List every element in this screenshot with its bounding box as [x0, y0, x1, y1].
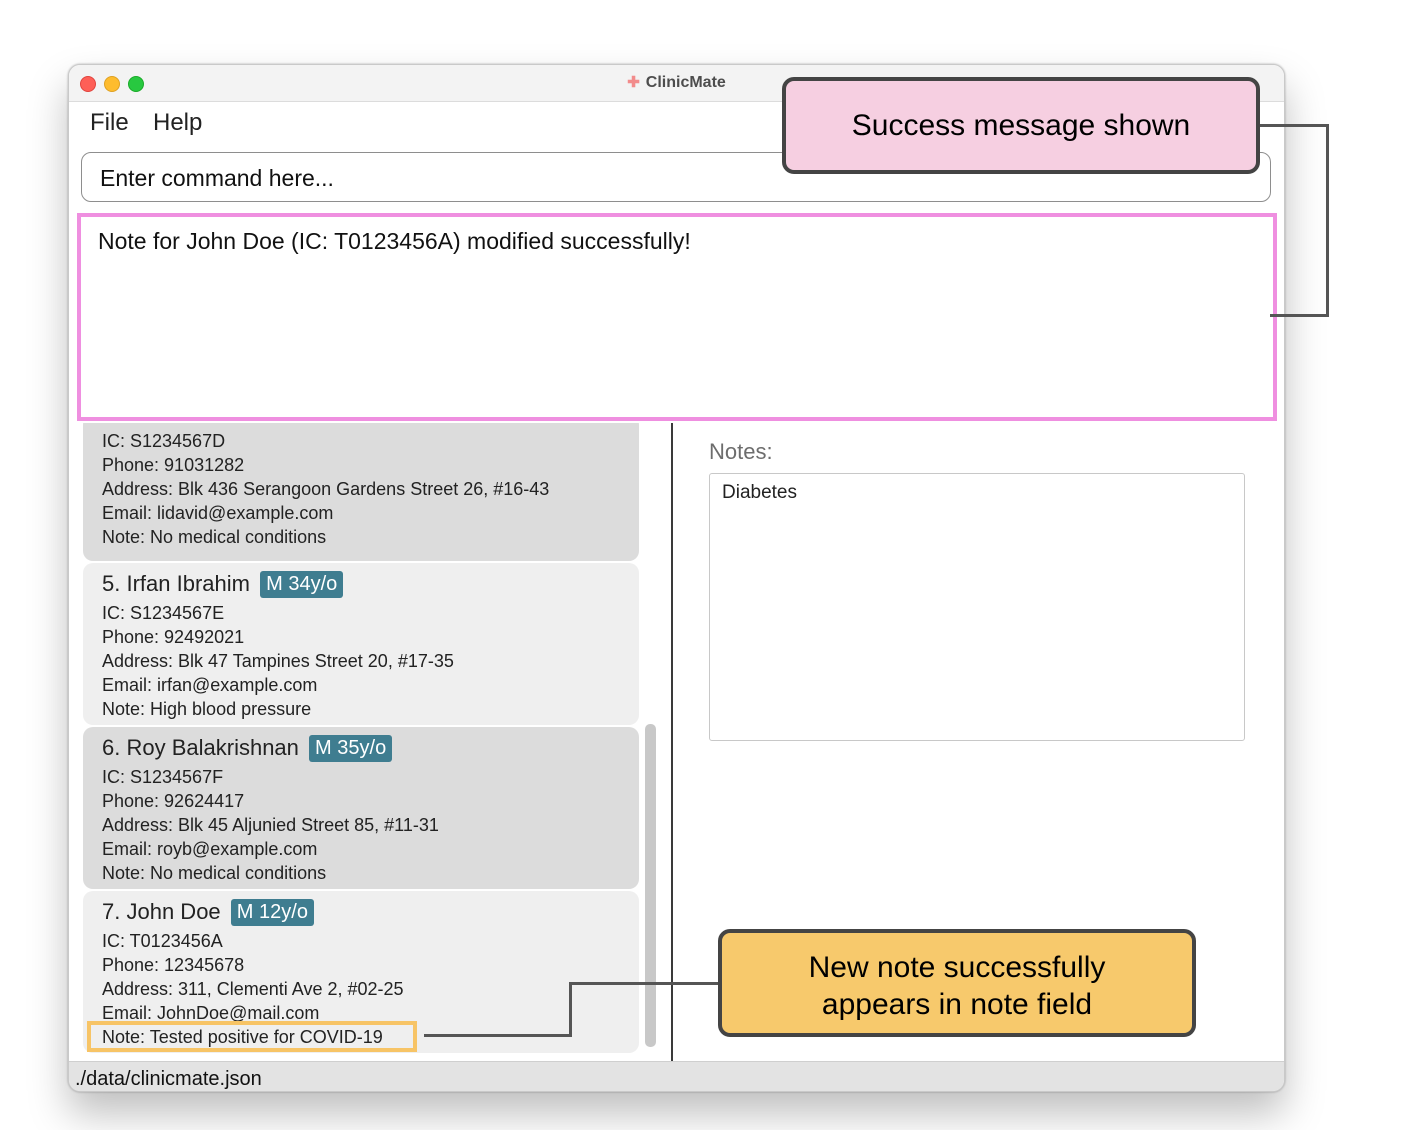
connector-line [1260, 124, 1328, 127]
notes-content: Diabetes [722, 482, 797, 503]
success-callout-text: Success message shown [851, 109, 1191, 142]
menu-help[interactable]: Help [153, 109, 202, 137]
notes-field[interactable]: Diabetes [709, 473, 1245, 741]
patient-index: 7. [102, 899, 121, 924]
patient-card[interactable]: IC: S1234567D Phone: 91031282 Address: B… [83, 423, 639, 561]
patient-badge: M 35y/o [309, 735, 393, 762]
data-file-path: ./data/clinicmate.json [75, 1068, 262, 1090]
patient-name-row: 5. Irfan Ibrahim M 34y/o [102, 571, 344, 598]
panel-divider[interactable] [671, 423, 673, 1061]
patient-ic: IC: S1234567D [102, 431, 226, 451]
patient-address: Address: Blk 45 Aljunied Street 85, #11-… [102, 815, 439, 835]
patient-name: Roy Balakrishnan [126, 735, 299, 760]
status-bar: ./data/clinicmate.json [69, 1061, 1284, 1091]
patient-note: Note: No medical conditions [102, 863, 327, 883]
note-callout-line-2: appears in note field [821, 988, 1093, 1021]
patient-list-panel[interactable]: IC: S1234567D Phone: 91031282 Address: B… [69, 423, 671, 1061]
note-callout: New note successfully appears in note fi… [718, 929, 1196, 1037]
patient-address: Address: Blk 436 Serangoon Gardens Stree… [102, 479, 550, 499]
success-callout: Success message shown [782, 77, 1260, 174]
patient-phone: Phone: 92624417 [102, 791, 245, 811]
patient-badge: M 34y/o [260, 571, 344, 598]
patient-address: Address: 311, Clementi Ave 2, #02-25 [102, 979, 404, 999]
patient-note: Note: No medical conditions [102, 527, 327, 547]
patient-phone: Phone: 12345678 [102, 955, 245, 975]
patient-badge: M 12y/o [230, 899, 314, 926]
patient-name-row: 7. John Doe M 12y/o [102, 899, 314, 926]
window-title: ClinicMate [645, 74, 726, 91]
patient-phone: Phone: 92492021 [102, 627, 245, 647]
patient-phone: Phone: 91031282 [102, 455, 245, 475]
patient-note: Note: High blood pressure [102, 699, 312, 719]
patient-card[interactable]: 7. John Doe M 12y/o IC: T0123456A Phone:… [83, 891, 639, 1053]
patient-address: Address: Blk 47 Tampines Street 20, #17-… [102, 651, 454, 671]
result-display: Note for John Doe (IC: T0123456A) modifi… [77, 213, 1277, 421]
plus-cross-icon: ✚ [627, 74, 640, 91]
list-scrollbar[interactable] [645, 724, 656, 1047]
patient-note: Note: Tested positive for COVID-19 [102, 1027, 383, 1047]
connector-line [569, 982, 572, 1037]
note-callout-line-1: New note successfully [808, 951, 1106, 984]
patient-ic: IC: S1234567E [102, 603, 225, 623]
result-message: Note for John Doe (IC: T0123456A) modifi… [98, 228, 691, 254]
patient-ic: IC: S1234567F [102, 767, 224, 787]
patient-ic: IC: T0123456A [102, 931, 223, 951]
patient-card[interactable]: 5. Irfan Ibrahim M 34y/o IC: S1234567E P… [83, 563, 639, 725]
patient-email: Email: irfan@example.com [102, 675, 318, 695]
patient-card[interactable]: 6. Roy Balakrishnan M 35y/o IC: S1234567… [83, 727, 639, 889]
menu-file[interactable]: File [90, 109, 129, 137]
connector-line [424, 1034, 572, 1037]
connector-line [569, 982, 720, 985]
patient-name: Irfan Ibrahim [126, 571, 250, 596]
note-callout-text: New note successfully appears in note fi… [722, 949, 1192, 1023]
patient-name: John Doe [126, 899, 221, 924]
patient-name-row: 6. Roy Balakrishnan M 35y/o [102, 735, 393, 762]
patient-index: 5. [102, 571, 121, 596]
connector-line [1270, 314, 1329, 317]
notes-label: Notes: [709, 439, 773, 464]
connector-line [1326, 124, 1329, 317]
patient-email: Email: lidavid@example.com [102, 503, 334, 523]
patient-index: 6. [102, 735, 121, 760]
patient-email: Email: royb@example.com [102, 839, 318, 859]
